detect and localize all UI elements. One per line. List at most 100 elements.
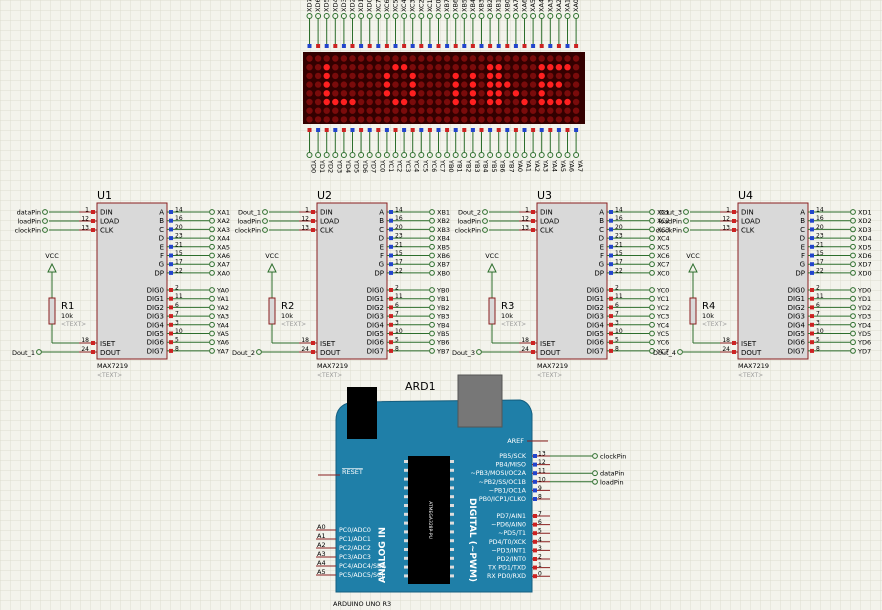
matrix-bottom-label: YA1 — [525, 159, 533, 172]
led-dot — [332, 55, 339, 62]
pin-marker — [533, 471, 537, 476]
pin-marker — [513, 128, 518, 132]
led-dot — [418, 63, 425, 71]
chip-part: MAX7219 — [738, 362, 769, 370]
net-label: YA2 — [216, 304, 229, 312]
resistor-body[interactable] — [488, 297, 496, 325]
led-dot — [357, 107, 365, 114]
pin-marker — [445, 44, 450, 48]
led-dot — [392, 55, 399, 62]
resistor-body[interactable] — [48, 297, 56, 325]
led-dot — [469, 116, 477, 123]
led-dot — [504, 98, 511, 106]
net-label: YB5 — [436, 330, 450, 338]
pin-marker — [169, 244, 173, 249]
led-dot — [555, 116, 563, 123]
led-dot — [426, 81, 434, 88]
resistor-body[interactable] — [268, 297, 276, 325]
usb-connector — [347, 387, 377, 439]
led-dot — [409, 81, 416, 88]
chip-ref: U4 — [738, 189, 753, 202]
led-dot — [555, 98, 563, 106]
net-label: Dout_3 — [659, 209, 682, 217]
net-label: YD6 — [857, 339, 871, 347]
led-dot — [564, 55, 571, 62]
pin-label: B — [800, 217, 805, 225]
net-label: YD0 — [857, 287, 871, 295]
matrix-top-label: XC6 — [383, 0, 391, 12]
pin-marker — [732, 228, 736, 232]
led-dot — [512, 81, 520, 88]
matrix-bottom-label: YB0 — [447, 159, 455, 173]
matrix-top-label: XC0 — [435, 0, 443, 12]
pin-marker — [91, 219, 95, 223]
led-dot — [314, 81, 322, 88]
led-dot — [495, 63, 502, 71]
pin-label: DP — [374, 269, 384, 277]
pin-marker — [810, 270, 814, 275]
pin-marker — [531, 210, 535, 214]
pin-label: ISET — [100, 340, 116, 348]
matrix-top-label: XB5 — [460, 0, 468, 12]
pin-number: 3 — [395, 319, 399, 326]
pin-marker — [169, 227, 173, 232]
net-label: Dout_1 — [12, 349, 35, 357]
pin-number: 24 — [521, 346, 529, 353]
led-dot — [469, 98, 477, 106]
pin-marker — [389, 236, 393, 241]
analog-pin-ext: A1 — [317, 532, 326, 540]
pin-label: F — [380, 252, 384, 260]
led-dot — [547, 98, 554, 106]
led-dot — [495, 116, 502, 123]
pin-marker — [609, 227, 613, 232]
net-label: YB0 — [436, 287, 450, 295]
net-label: YD5 — [857, 330, 871, 338]
matrix-top-label: XD3 — [340, 0, 348, 12]
led-dot — [564, 63, 571, 71]
pin-number: 16 — [615, 215, 623, 222]
aref-label: AREF — [507, 437, 524, 445]
net-label: XD0 — [858, 269, 872, 277]
led-dot — [564, 107, 571, 114]
mcu-pin — [404, 460, 408, 463]
led-dot — [495, 55, 502, 62]
pin-number: 21 — [395, 241, 403, 248]
pin-marker — [462, 44, 467, 48]
matrix-top-label: XB6 — [452, 0, 460, 12]
led-dot — [504, 90, 511, 97]
pin-marker — [732, 210, 736, 214]
led-dot — [418, 81, 425, 88]
mcu-pin — [450, 477, 454, 481]
pin-number: 24 — [81, 346, 89, 353]
led-dot — [323, 81, 330, 88]
matrix-bottom-label: YB6 — [499, 159, 507, 173]
led-dot — [529, 81, 537, 88]
pin-label: DP — [594, 269, 604, 277]
matrix-bottom-label: YC0 — [378, 159, 386, 172]
led-dot — [572, 107, 580, 114]
led-dot — [538, 81, 545, 88]
schematic-canvas[interactable]: XD7 XD6 XD5 XD4 XD3 XD2 XD1 XD0 XC7 XC6 XC5 XC4 XC3 X… — [0, 0, 882, 610]
pin-number: 5 — [395, 337, 399, 344]
matrix-top-label: XD1 — [357, 0, 365, 12]
led-dot — [383, 107, 391, 114]
matrix-top-label: XD7 — [306, 0, 314, 12]
digital-pin-label: ~PD6/AIN0 — [491, 522, 526, 529]
led-dot — [375, 116, 382, 123]
digital-pin-number: 12 — [538, 459, 546, 466]
matrix-top-label: XC4 — [400, 0, 408, 12]
resistor-body[interactable] — [689, 297, 697, 325]
pin-marker — [810, 340, 814, 345]
pin-number: 21 — [615, 241, 623, 248]
pin-marker — [533, 574, 537, 579]
chip-ref: U1 — [97, 189, 112, 202]
led-dot — [443, 116, 451, 123]
pin-label: D — [159, 235, 164, 243]
led-dot — [504, 107, 511, 114]
net-label: XB1 — [437, 209, 450, 217]
digital-pin-label: ~PB1/OC1A — [489, 487, 527, 494]
matrix-top-label: XC3 — [409, 0, 417, 12]
matrix-bottom-label: YD7 — [370, 159, 378, 173]
led-dot — [452, 55, 459, 62]
net-label: XC6 — [657, 252, 670, 260]
